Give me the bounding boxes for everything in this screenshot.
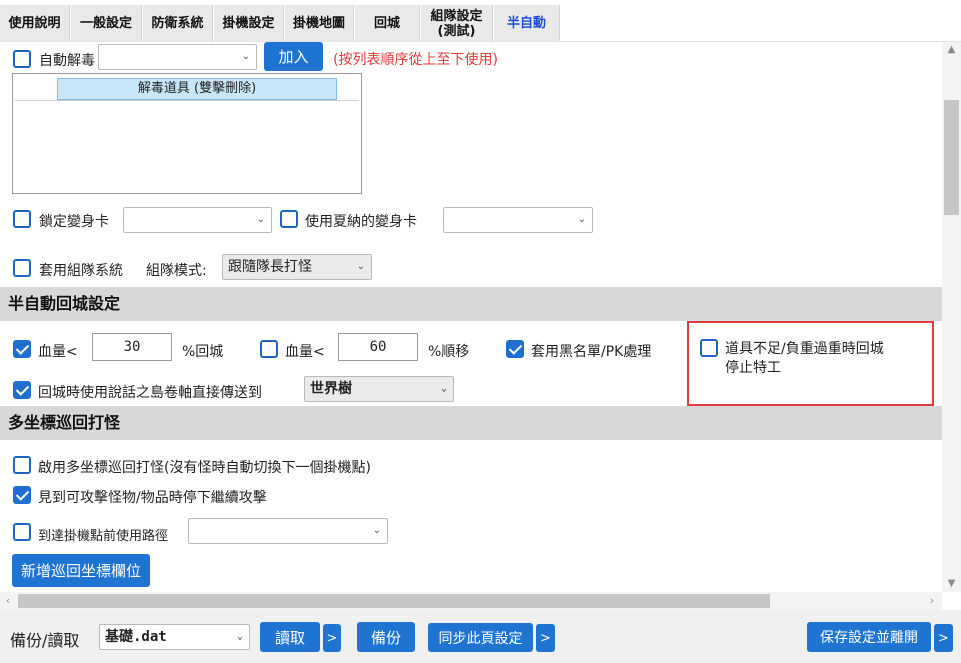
detox-order-note: (按列表順序從上至下使用)	[333, 52, 498, 68]
sync-more-button[interactable]: >	[536, 624, 555, 652]
chevron-down-icon: ⌄	[577, 214, 586, 225]
party-system-label: 套用組隊系統	[39, 263, 123, 279]
hp-teleport-input[interactable]: 60	[338, 333, 418, 361]
vertical-scroll-thumb[interactable]	[944, 100, 959, 215]
scroll-target-select[interactable]: 世界樹 ⌄	[304, 376, 454, 402]
auto-detox-label: 自動解毒	[39, 53, 95, 69]
backup-read-label: 備份/讀取	[10, 631, 80, 650]
party-system-checkbox[interactable]	[13, 259, 31, 277]
chevron-down-icon: ⌄	[356, 261, 365, 272]
scroll-up-arrow-icon[interactable]: ▲	[942, 42, 961, 58]
scroll-teleport-label: 回城時使用說話之島卷軸直接傳送到	[38, 385, 262, 401]
backup-button[interactable]: 備份	[357, 622, 415, 652]
stop-attack-checkbox[interactable]	[13, 486, 31, 504]
sync-page-button[interactable]: 同步此頁設定	[428, 623, 533, 652]
lock-transform-label: 鎖定變身卡	[39, 214, 109, 230]
detox-list-header: 解毒道具 (雙擊刪除)	[57, 78, 337, 100]
auto-detox-checkbox[interactable]	[13, 50, 31, 68]
hp-return-suffix: %回城	[182, 344, 224, 360]
save-and-exit-button[interactable]: 保存設定並離開	[807, 622, 931, 652]
party-mode-select[interactable]: 跟隨隊長打怪 ⌄	[222, 254, 372, 280]
hp-teleport-label: 血量<	[285, 344, 325, 360]
detox-item-list[interactable]: 解毒道具 (雙擊刪除)	[12, 73, 362, 194]
chevron-down-icon: ⌄	[236, 631, 243, 642]
scroll-left-arrow-icon[interactable]: ‹	[0, 592, 16, 610]
highlight-box	[687, 321, 934, 406]
scroll-right-arrow-icon[interactable]: ›	[924, 592, 940, 610]
use-path-checkbox[interactable]	[13, 523, 31, 541]
hp-return-checkbox[interactable]	[13, 340, 31, 358]
vertical-scrollbar[interactable]: ▲ ▼	[942, 42, 961, 592]
use-path-label: 到達掛機點前使用路徑	[38, 529, 169, 544]
backup-file-select[interactable]: 基礎.dat ⌄	[99, 624, 250, 650]
read-more-button[interactable]: >	[323, 624, 341, 652]
chevron-down-icon: ⌄	[372, 525, 381, 536]
hp-return-label: 血量<	[38, 344, 78, 360]
shana-transform-checkbox[interactable]	[280, 210, 298, 228]
detox-item-select[interactable]: ⌄	[98, 44, 257, 70]
lock-transform-checkbox[interactable]	[13, 210, 31, 228]
list-header-divider	[15, 100, 359, 101]
add-detox-button[interactable]: 加入	[264, 42, 323, 71]
hp-teleport-suffix: %順移	[428, 344, 470, 360]
horizontal-scrollbar[interactable]: ‹ ›	[0, 592, 942, 610]
return-section-header: 半自動回城設定	[0, 287, 942, 321]
scroll-down-arrow-icon[interactable]: ▼	[942, 576, 961, 592]
scroll-teleport-checkbox[interactable]	[13, 381, 31, 399]
shana-transform-select[interactable]: ⌄	[443, 207, 593, 233]
horizontal-scroll-thumb[interactable]	[18, 594, 770, 608]
blacklist-pk-checkbox[interactable]	[506, 340, 524, 358]
chevron-down-icon: ⌄	[256, 214, 265, 225]
party-mode-value: 跟隨隊長打怪	[228, 259, 312, 275]
patrol-enable-label: 啟用多坐標巡回打怪(沒有怪時自動切換下一個掛機點)	[38, 460, 371, 476]
add-patrol-coordinate-button[interactable]: 新增巡回坐標欄位	[12, 554, 150, 587]
settings-panel: 自動解毒 ⌄ 加入 (按列表順序從上至下使用) 解毒道具 (雙擊刪除) 鎖定變身…	[0, 0, 942, 592]
lock-transform-select[interactable]: ⌄	[123, 207, 272, 233]
hp-return-input[interactable]: 30	[92, 333, 172, 361]
shana-transform-label: 使用夏納的變身卡	[305, 214, 417, 230]
stop-attack-label: 見到可攻擊怪物/物品時停下繼續攻擊	[38, 490, 267, 506]
path-select[interactable]: ⌄	[188, 518, 388, 544]
save-more-button[interactable]: >	[934, 624, 953, 652]
read-button[interactable]: 讀取	[260, 622, 320, 652]
chevron-down-icon: ⌄	[241, 51, 250, 62]
patrol-enable-checkbox[interactable]	[13, 456, 31, 474]
blacklist-pk-label: 套用黑名單/PK處理	[531, 344, 652, 360]
footer-bar: 備份/讀取 基礎.dat ⌄ 讀取 > 備份 同步此頁設定 > 保存設定並離開 …	[0, 610, 961, 663]
party-mode-label: 組隊模式:	[146, 263, 207, 279]
hp-teleport-checkbox[interactable]	[260, 340, 278, 358]
patrol-section-header: 多坐標巡回打怪	[0, 406, 942, 440]
chevron-down-icon: ⌄	[440, 383, 447, 394]
backup-file-value: 基礎.dat	[105, 629, 167, 645]
scroll-target-value: 世界樹	[310, 381, 352, 397]
